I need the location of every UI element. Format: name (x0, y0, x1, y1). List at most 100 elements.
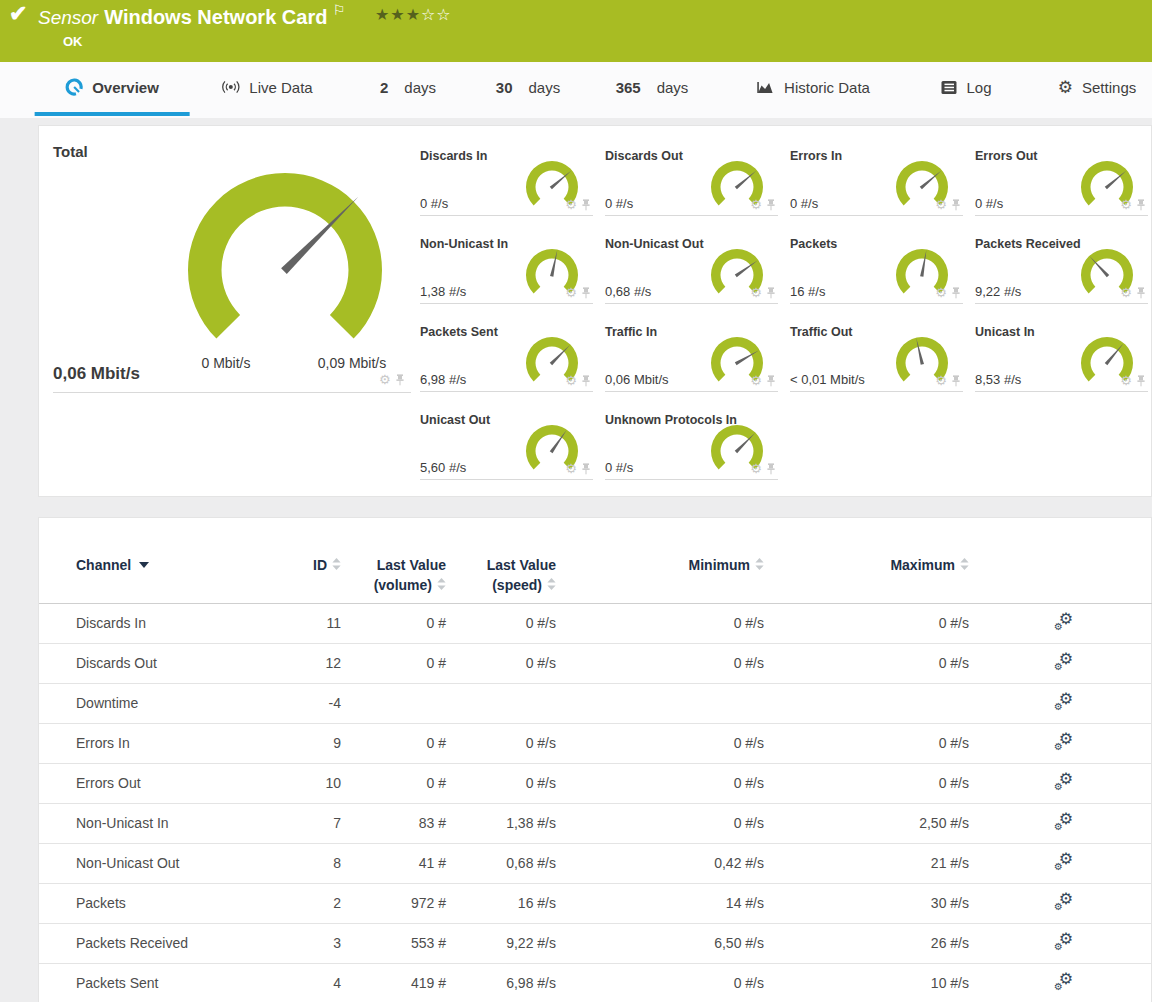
channel-id: 4 (279, 963, 341, 1002)
column-id[interactable]: ID (279, 518, 341, 603)
column-channel[interactable]: Channel (39, 518, 279, 603)
channel-last-volume: 41 # (341, 843, 446, 883)
pin-icon[interactable] (951, 375, 961, 387)
pin-icon[interactable] (581, 463, 591, 475)
gauge-settings-gear-icon[interactable]: ⚙ (565, 374, 577, 387)
channel-settings-icon[interactable]: ⚙⚙ (1055, 654, 1073, 670)
table-row: Errors Out100 #0 #/s0 #/s0 #/s⚙⚙ (39, 763, 1152, 803)
channel-last-volume: 0 # (341, 723, 446, 763)
gauge-cell: Unicast In8,53 #/s⚙ (975, 318, 1148, 392)
channel-last-speed: 0 #/s (446, 643, 556, 683)
sort-icon (547, 575, 556, 595)
pin-icon[interactable] (1136, 287, 1146, 299)
object-kind: Sensor (38, 7, 98, 28)
gauge-settings-gear-icon[interactable]: ⚙ (1120, 374, 1132, 387)
gauge-cell: Traffic In0,06 Mbit/s⚙ (605, 318, 778, 392)
gauge-label: Discards In (420, 149, 487, 163)
tab-live-data[interactable]: Live Data (221, 62, 312, 112)
channel-last-volume (341, 683, 446, 723)
pin-icon[interactable] (766, 199, 776, 211)
tab-settings[interactable]: ⚙ Settings (1058, 62, 1136, 112)
tab-historic-data[interactable]: Historic Data (756, 62, 870, 112)
table-row: Non-Unicast In783 #1,38 #/s0 #/s2,50 #/s… (39, 803, 1152, 843)
gauge-value: 0 #/s (605, 196, 633, 211)
priority-stars[interactable]: ★★★☆☆ (375, 6, 452, 23)
sort-icon (437, 575, 446, 595)
tab-log[interactable]: Log (940, 62, 991, 112)
gauge-settings-gear-icon[interactable]: ⚙ (1120, 286, 1132, 299)
channel-last-volume: 0 # (341, 643, 446, 683)
channel-settings-icon[interactable]: ⚙⚙ (1055, 894, 1073, 910)
channel-last-volume: 972 # (341, 883, 446, 923)
channel-last-speed: 6,98 #/s (446, 963, 556, 1002)
area-chart-icon (756, 79, 775, 95)
channel-settings-icon[interactable]: ⚙⚙ (1055, 854, 1073, 870)
channel-id: 11 (279, 603, 341, 643)
total-gauge-label: Total (53, 143, 88, 160)
gauge-cell: Packets Sent6,98 #/s⚙ (420, 318, 593, 392)
pin-icon[interactable] (581, 375, 591, 387)
gauge-settings-gear-icon[interactable]: ⚙ (935, 198, 947, 211)
gauge-settings-gear-icon[interactable]: ⚙ (379, 373, 391, 386)
pin-icon[interactable] (581, 199, 591, 211)
channel-settings-icon[interactable]: ⚙⚙ (1055, 694, 1073, 710)
gauge-cell: Non-Unicast Out 0,68 #/s ⚙ (605, 230, 778, 304)
gauge-value: 0 #/s (975, 196, 1003, 211)
gauge-settings-gear-icon[interactable]: ⚙ (565, 286, 577, 299)
channel-min: 0,42 #/s (556, 843, 764, 883)
gauge-settings-gear-icon[interactable]: ⚙ (750, 286, 762, 299)
gauge-label: Non-Unicast Out (605, 237, 704, 251)
total-gauge-dial (175, 160, 395, 384)
pin-icon[interactable] (1136, 199, 1146, 211)
gauge-value: < 0,01 Mbit/s (790, 372, 865, 387)
table-row: Errors In90 #0 #/s0 #/s0 #/s⚙⚙ (39, 723, 1152, 763)
channel-last-speed: 0 #/s (446, 763, 556, 803)
pin-icon[interactable] (1136, 375, 1146, 387)
gauge-value: 0,68 #/s (605, 284, 651, 299)
gauge-value: 0 #/s (790, 196, 818, 211)
pin-icon[interactable] (581, 287, 591, 299)
pin-icon[interactable] (951, 287, 961, 299)
column-last-value-volume[interactable]: Last Value(volume) (341, 518, 446, 603)
channel-name: Packets Sent (39, 963, 279, 1002)
tab-overview[interactable]: Overview (65, 62, 159, 112)
gauge-settings-gear-icon[interactable]: ⚙ (750, 374, 762, 387)
pin-icon[interactable] (395, 374, 405, 386)
tab-2-days[interactable]: 2days (380, 62, 436, 112)
channel-settings-icon[interactable]: ⚙⚙ (1055, 734, 1073, 750)
gauge-settings-gear-icon[interactable]: ⚙ (565, 462, 577, 475)
channel-settings-icon[interactable]: ⚙⚙ (1055, 614, 1073, 630)
channel-min: 6,50 #/s (556, 923, 764, 963)
table-row: Packets Sent4419 #6,98 #/s0 #/s10 #/s⚙⚙ (39, 963, 1152, 1002)
flag-icon[interactable]: ⚐ (332, 2, 345, 18)
pin-icon[interactable] (766, 463, 776, 475)
channel-settings-icon[interactable]: ⚙⚙ (1055, 974, 1073, 990)
gauge-label: Packets (790, 237, 837, 251)
tab-30-days[interactable]: 30days (496, 62, 560, 112)
gauge-settings-gear-icon[interactable]: ⚙ (935, 286, 947, 299)
gauge-cell: Unicast Out5,60 #/s⚙ (420, 406, 593, 480)
pin-icon[interactable] (766, 287, 776, 299)
column-maximum[interactable]: Maximum (764, 518, 969, 603)
gauge-settings-gear-icon[interactable]: ⚙ (750, 198, 762, 211)
gauge-dial (175, 160, 395, 380)
gauge-settings-gear-icon[interactable]: ⚙ (750, 462, 762, 475)
tab-365-days[interactable]: 365days (616, 62, 689, 112)
gauge-settings-gear-icon[interactable]: ⚙ (935, 374, 947, 387)
column-last-value-speed[interactable]: Last Value(speed) (446, 518, 556, 603)
channel-id: 10 (279, 763, 341, 803)
channel-settings-icon[interactable]: ⚙⚙ (1055, 934, 1073, 950)
gauge-icon (65, 78, 83, 96)
column-minimum[interactable]: Minimum (556, 518, 764, 603)
channel-settings-icon[interactable]: ⚙⚙ (1055, 774, 1073, 790)
pin-icon[interactable] (951, 199, 961, 211)
channel-last-speed: 1,38 #/s (446, 803, 556, 843)
channel-max: 30 #/s (764, 883, 969, 923)
gauge-value: 8,53 #/s (975, 372, 1021, 387)
channel-last-volume: 83 # (341, 803, 446, 843)
gauge-settings-gear-icon[interactable]: ⚙ (1120, 198, 1132, 211)
pin-icon[interactable] (766, 375, 776, 387)
channel-settings-icon[interactable]: ⚙⚙ (1055, 814, 1073, 830)
gear-icon: ⚙ (1058, 77, 1073, 98)
gauge-settings-gear-icon[interactable]: ⚙ (565, 198, 577, 211)
